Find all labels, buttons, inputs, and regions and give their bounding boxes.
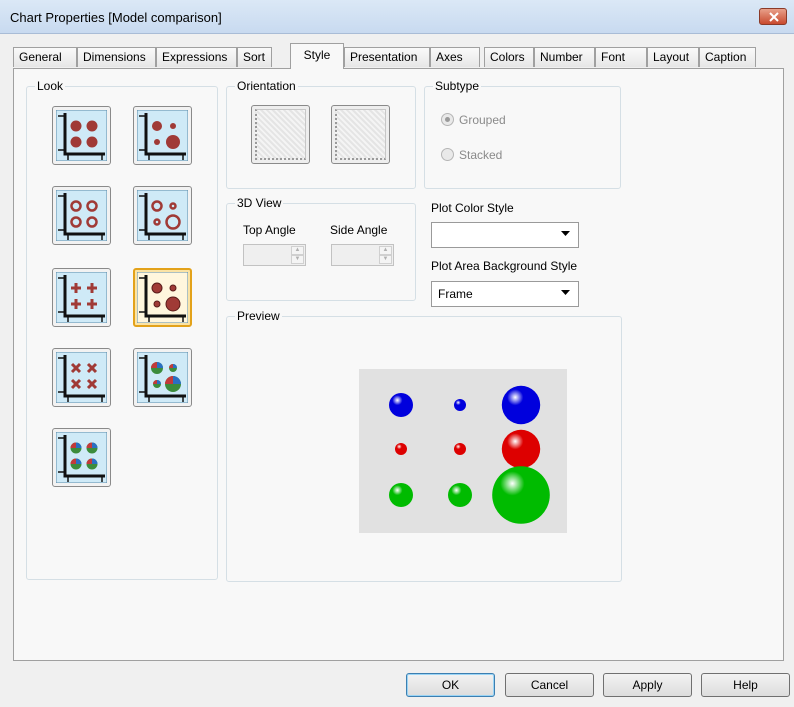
preview-chart xyxy=(359,369,567,533)
preview-bubble xyxy=(454,443,466,455)
window-title: Chart Properties [Model comparison] xyxy=(10,10,222,25)
side-angle-label: Side Angle xyxy=(330,223,388,237)
preview-bubble xyxy=(389,393,413,417)
subtype-group-label: Subtype xyxy=(433,79,482,93)
look-option-button[interactable] xyxy=(52,186,111,245)
ring-bubbles-mixed-icon xyxy=(137,190,188,241)
look-option-button[interactable] xyxy=(133,106,192,165)
chevron-down-icon xyxy=(561,231,570,236)
tab-layout[interactable]: Layout xyxy=(647,47,699,67)
plot-color-style-select[interactable] xyxy=(431,222,579,248)
plot-color-style-label: Plot Color Style xyxy=(431,201,514,215)
preview-group-label: Preview xyxy=(235,309,282,323)
spin-down-icon[interactable]: ▼ xyxy=(291,255,304,264)
top-angle-label: Top Angle xyxy=(243,223,296,237)
tab-strip: General Dimensions Expressions Sort Styl… xyxy=(0,34,794,70)
look-option-button[interactable] xyxy=(52,348,111,407)
chart-properties-dialog: Chart Properties [Model comparison] Gene… xyxy=(0,0,794,707)
tab-sort[interactable]: Sort xyxy=(237,47,272,67)
look-option-button[interactable] xyxy=(52,106,111,165)
close-icon xyxy=(769,12,779,22)
horizontal-orientation-icon xyxy=(335,109,386,160)
close-button[interactable] xyxy=(759,8,787,25)
look-group-label: Look xyxy=(35,79,66,93)
top-angle-spinner[interactable]: ▲ ▼ xyxy=(243,244,306,266)
orientation-group-label: Orientation xyxy=(235,79,298,93)
side-angle-spinner[interactable]: ▲ ▼ xyxy=(331,244,394,266)
tab-caption[interactable]: Caption xyxy=(699,47,756,67)
filled-dots-grid-icon xyxy=(56,110,107,161)
subtype-group: Subtype Grouped Stacked xyxy=(424,79,621,189)
tab-dimensions[interactable]: Dimensions xyxy=(77,47,156,67)
tab-presentation[interactable]: Presentation xyxy=(344,47,430,67)
orientation-horizontal-button[interactable] xyxy=(331,105,390,164)
subtype-stacked-label: Stacked xyxy=(459,148,503,162)
preview-bubbles xyxy=(389,385,550,524)
radio-unchecked-icon xyxy=(441,148,454,161)
spinner-arrows: ▲ ▼ xyxy=(379,246,392,264)
spin-up-icon[interactable]: ▲ xyxy=(379,246,392,255)
subtype-stacked-radio[interactable]: Stacked xyxy=(441,148,502,162)
help-button[interactable]: Help xyxy=(701,673,790,697)
cancel-button[interactable]: Cancel xyxy=(505,673,594,697)
tab-axes[interactable]: Axes xyxy=(430,47,480,67)
tab-number[interactable]: Number xyxy=(534,47,595,67)
plot-area-bg-label: Plot Area Background Style xyxy=(431,259,578,273)
look-option-button[interactable] xyxy=(133,348,192,407)
pie-bubbles-mixed-icon xyxy=(137,352,188,403)
preview-bubble xyxy=(501,385,541,425)
preview-bubble xyxy=(454,399,466,411)
look-option-button[interactable] xyxy=(52,428,111,487)
preview-bubble xyxy=(389,483,413,507)
preview-bubble xyxy=(492,466,550,524)
tab-expressions[interactable]: Expressions xyxy=(156,47,237,67)
subtype-grouped-label: Grouped xyxy=(459,113,506,127)
vertical-orientation-icon xyxy=(255,109,306,160)
subtype-grouped-radio[interactable]: Grouped xyxy=(441,113,506,127)
pie-dots-grid-icon xyxy=(56,432,107,483)
tab-font[interactable]: Font xyxy=(595,47,647,67)
ok-button[interactable]: OK xyxy=(406,673,495,697)
chevron-down-icon xyxy=(561,290,570,295)
3d-view-group-label: 3D View xyxy=(235,196,284,210)
tab-general[interactable]: General xyxy=(13,47,77,67)
spin-down-icon[interactable]: ▼ xyxy=(379,255,392,264)
plot-area-bg-value: Frame xyxy=(438,287,473,301)
tab-style[interactable]: Style xyxy=(290,43,344,69)
filled-bubbles-mixed-icon xyxy=(137,110,188,161)
spinner-arrows: ▲ ▼ xyxy=(291,246,304,264)
preview-bubble xyxy=(395,443,407,455)
look-option-button[interactable] xyxy=(133,268,192,327)
spin-up-icon[interactable]: ▲ xyxy=(291,246,304,255)
3d-bubbles-icon xyxy=(137,272,188,323)
ring-dots-grid-icon xyxy=(56,190,107,241)
tab-colors[interactable]: Colors xyxy=(484,47,534,67)
preview-bubble xyxy=(448,483,472,507)
apply-button[interactable]: Apply xyxy=(603,673,692,697)
preview-bubble xyxy=(501,429,541,469)
x-marks-grid-icon xyxy=(56,352,107,403)
cross-dots-grid-icon xyxy=(56,272,107,323)
title-bar: Chart Properties [Model comparison] xyxy=(0,0,794,34)
look-option-button[interactable] xyxy=(52,268,111,327)
radio-checked-icon xyxy=(441,113,454,126)
look-option-button[interactable] xyxy=(133,186,192,245)
plot-area-bg-select[interactable]: Frame xyxy=(431,281,579,307)
orientation-vertical-button[interactable] xyxy=(251,105,310,164)
